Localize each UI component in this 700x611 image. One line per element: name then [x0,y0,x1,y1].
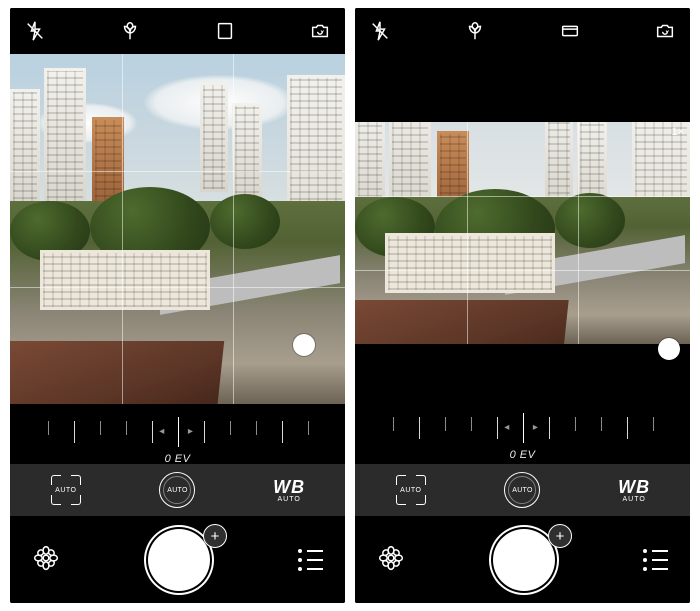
macro-icon[interactable] [464,20,486,42]
ev-ruler[interactable]: ◂ ▸ 0 EV [10,404,345,464]
wb-mode-label: AUTO [618,496,650,503]
add-mode-button[interactable]: + [203,524,227,548]
add-mode-button[interactable]: + [548,524,572,548]
ev-value: 0 EV [510,449,536,461]
iso-mode-label: AUTO [167,487,188,494]
switch-camera-icon[interactable] [654,20,676,42]
camera-screen-right: 1× ◂ ▸ 0 EV [355,8,690,603]
focus-mode-label: AUTO [396,475,426,505]
wb-label: WB [273,478,305,496]
focus-mode-button[interactable]: AUTO [371,470,451,510]
iso-mode-button[interactable]: AUTO [137,470,217,510]
flash-off-icon[interactable] [369,20,391,42]
camera-screen-left: ◂ ▸ 0 EV AUTO AUTO [10,8,345,603]
top-toolbar [355,8,690,54]
exposure-knob[interactable] [293,334,315,356]
white-balance-button[interactable]: WB AUTO [594,470,674,510]
iso-mode-button[interactable]: AUTO [482,470,562,510]
top-toolbar [10,8,345,54]
viewfinder[interactable] [10,54,345,404]
shutter-button[interactable] [493,529,555,591]
focus-mode-label: AUTO [51,475,81,505]
wb-mode-label: AUTO [273,496,305,503]
iso-mode-label: AUTO [512,487,533,494]
viewfinder[interactable]: 1× [355,122,690,344]
bottom-dock: + [355,517,690,603]
aspect-ratio-icon[interactable] [214,20,236,42]
filters-icon[interactable] [377,544,405,577]
shutter-button[interactable] [148,529,210,591]
manual-controls-row: AUTO AUTO WB AUTO [355,464,690,516]
live-preview [355,122,690,344]
manual-controls-row: AUTO AUTO WB AUTO [10,464,345,516]
menu-button[interactable] [643,549,668,571]
wb-label: WB [618,478,650,496]
filters-icon[interactable] [32,544,60,577]
white-balance-button[interactable]: WB AUTO [249,470,329,510]
switch-camera-icon[interactable] [309,20,331,42]
ev-ruler[interactable]: ◂ ▸ 0 EV [355,400,690,460]
focus-mode-button[interactable]: AUTO [26,470,106,510]
zoom-indicator: 1× [671,126,684,138]
flash-off-icon[interactable] [24,20,46,42]
exposure-knob[interactable] [658,338,680,360]
menu-button[interactable] [298,549,323,571]
macro-icon[interactable] [119,20,141,42]
bottom-dock: + [10,517,345,603]
aspect-ratio-icon[interactable] [559,20,581,42]
